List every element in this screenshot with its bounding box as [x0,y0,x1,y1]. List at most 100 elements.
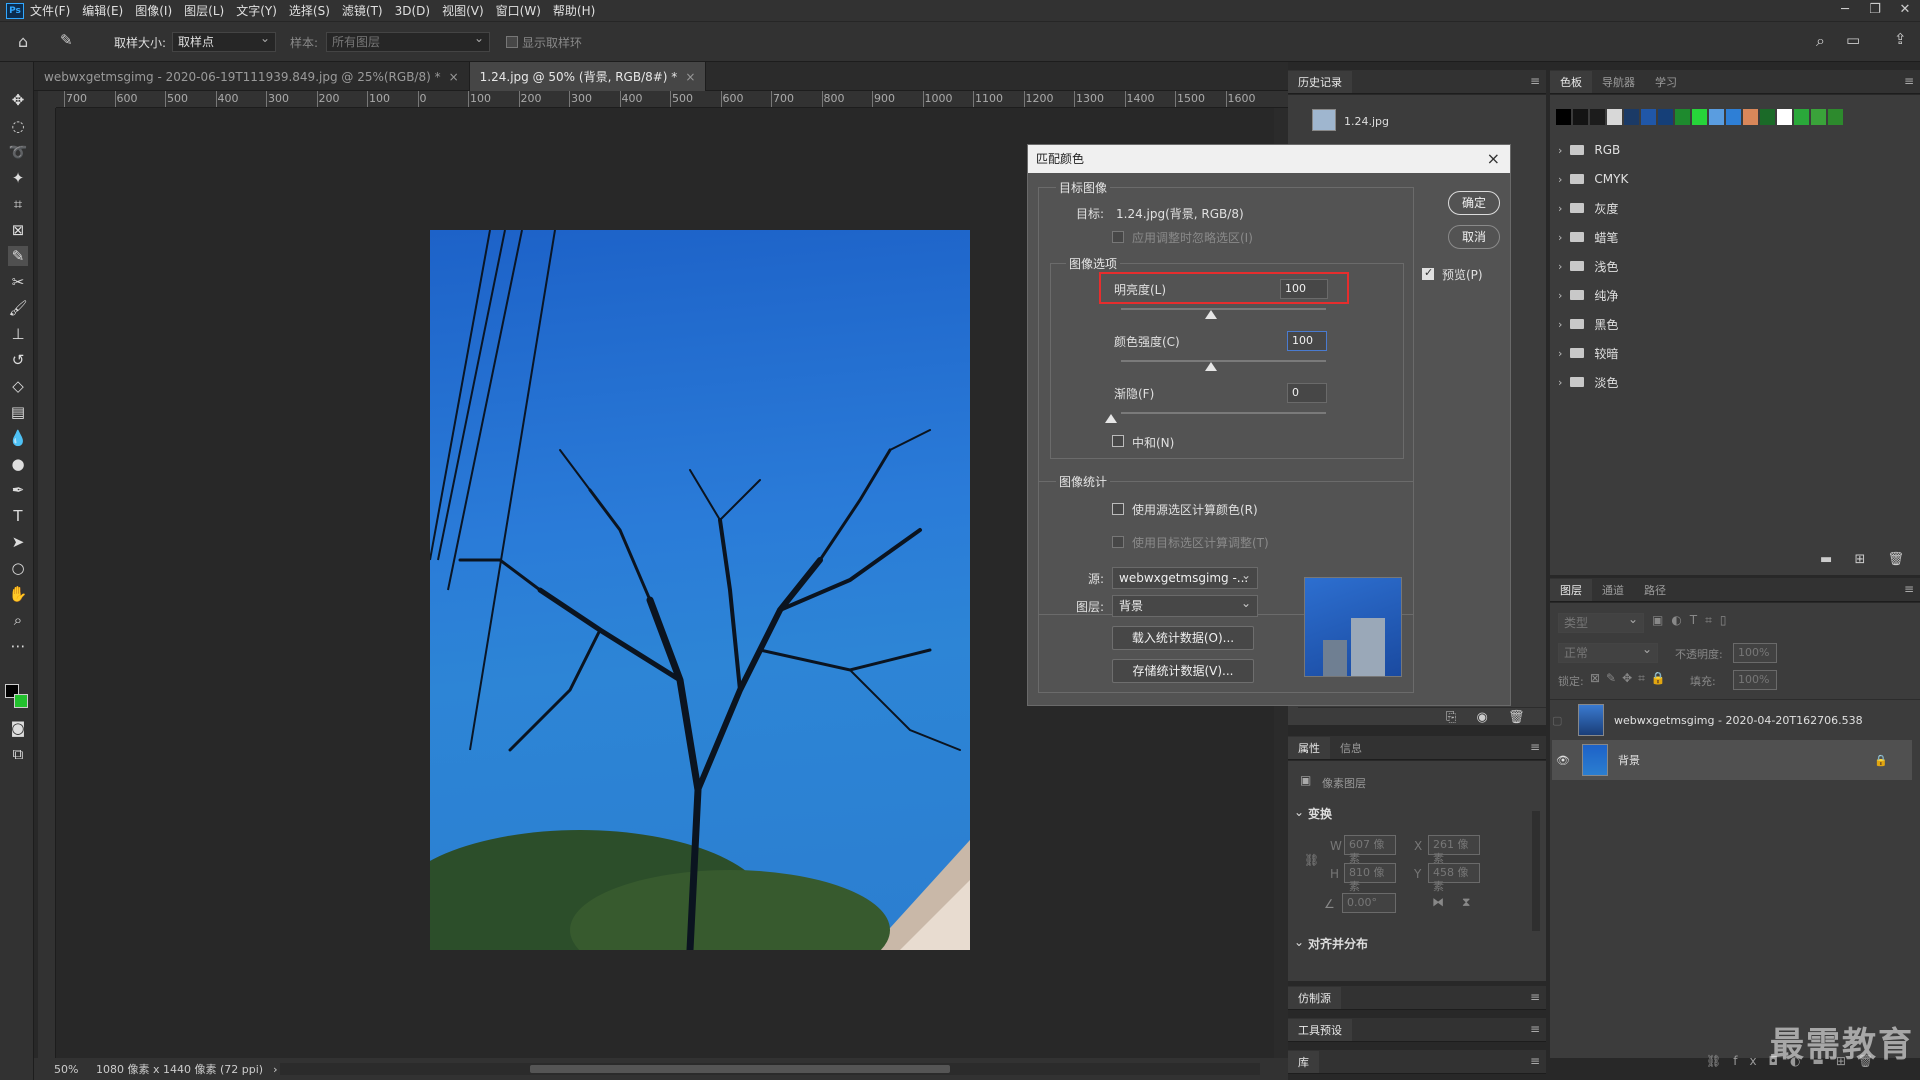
color-swatch[interactable] [1760,109,1775,125]
home-icon[interactable]: ⌂ [18,32,28,51]
panel-menu-icon[interactable]: ≡ [1530,74,1540,88]
menu-filter[interactable]: 滤镜(T) [342,2,383,19]
marquee-tool-icon[interactable]: ◌ [8,116,28,136]
healing-tool-icon[interactable]: ✂ [8,272,28,292]
color-swatch[interactable] [1692,109,1707,125]
panel-menu-icon[interactable]: ≡ [1904,582,1914,596]
history-brush-icon[interactable]: ↺ [8,350,28,370]
brush-tool-icon[interactable]: 🖌 [8,298,28,318]
path-select-icon[interactable]: ➤ [8,532,28,552]
tab-navigator[interactable]: 导航器 [1592,71,1645,93]
transform-section[interactable]: 变换 [1308,805,1332,822]
layer-filter-icons[interactable]: ▣◐T⌗▯ [1652,613,1735,628]
swatch-folder-darker[interactable]: › 较暗 [1558,341,1618,365]
hand-tool-icon[interactable]: ✋ [8,584,28,604]
show-ring-checkbox[interactable] [506,36,518,48]
close-window-icon[interactable]: ✕ [1890,0,1920,21]
minimize-icon[interactable]: ─ [1830,0,1860,21]
tab-info[interactable]: 信息 [1330,737,1372,759]
tab-channels[interactable]: 通道 [1592,579,1634,601]
stamp-tool-icon[interactable]: ⊥ [8,324,28,344]
preview-checkbox[interactable] [1422,266,1434,280]
gradient-tool-icon[interactable]: ▤ [8,402,28,422]
transform-chevron-icon[interactable]: ⌄ [1294,805,1304,819]
source-select[interactable]: webwxgetmsgimg -... [1112,567,1258,589]
share-icon[interactable]: ⇪ [1894,30,1907,48]
delete-icon[interactable]: 🗑 [1508,710,1525,725]
menu-edit[interactable]: 编辑(E) [82,2,123,19]
swatch-folder-pure[interactable]: › 纯净 [1558,283,1618,307]
swatch-folder-pale[interactable]: › 淡色 [1558,370,1618,394]
menu-select[interactable]: 选择(S) [289,2,330,19]
zoom-level[interactable]: 50% [54,1063,88,1076]
status-menu-arrow[interactable]: › [273,1063,277,1076]
more-tools-icon[interactable]: ⋯ [8,636,28,656]
width-field[interactable]: 607 像素 [1344,835,1396,865]
intensity-slider-track[interactable] [1121,360,1326,362]
pen-tool-icon[interactable]: ✒ [8,480,28,500]
x-field[interactable]: 261 像素 [1428,835,1480,865]
eye-icon[interactable]: 👁 [1556,754,1582,767]
color-swatch[interactable] [1607,109,1622,125]
y-field[interactable]: 458 像素 [1428,863,1480,893]
tab-paths[interactable]: 路径 [1634,579,1676,601]
color-swatch[interactable] [1709,109,1724,125]
tab-properties[interactable]: 属性 [1288,737,1330,759]
fade-field[interactable]: 0 [1287,383,1327,403]
color-swatch[interactable] [1726,109,1741,125]
ellipse-tool-icon[interactable]: ○ [8,558,28,578]
color-swatch[interactable] [1624,109,1639,125]
color-swatch[interactable] [1794,109,1809,125]
new-swatch-icon[interactable]: ⊞ [1854,552,1865,567]
ignore-selection-checkbox[interactable] [1112,231,1124,243]
swatch-folder-light[interactable]: › 浅色 [1558,254,1618,278]
menu-image[interactable]: 图像(I) [135,2,172,19]
zoom-tool-icon[interactable]: ⌕ [8,610,28,630]
color-swatch[interactable] [1675,109,1690,125]
panel-menu-icon[interactable]: ≡ [1530,1022,1540,1036]
color-swatch[interactable] [1828,109,1843,125]
sample-size-select[interactable]: 取样点 [172,31,276,52]
luminance-field[interactable]: 100 [1280,279,1328,299]
color-swatch[interactable] [1658,109,1673,125]
document-photo[interactable] [430,230,970,950]
restore-icon[interactable]: ❐ [1860,0,1890,21]
color-swatch[interactable] [1743,109,1758,125]
layer-row-webwxgetmsgimg[interactable]: ▢ webwxgetmsgimg - 2020-04-20T162706.538 [1552,700,1912,740]
luminance-slider-thumb[interactable] [1205,310,1217,319]
neutralize-checkbox[interactable] [1112,435,1124,447]
color-swatch[interactable] [1641,109,1656,125]
height-field[interactable]: 810 像素 [1344,863,1396,893]
scroll-thumb[interactable] [530,1065,950,1073]
move-tool-icon[interactable]: ✥ [8,90,28,110]
angle-field[interactable]: 0.00° [1342,893,1396,913]
eyedropper-preset-icon[interactable]: ✎ [60,31,73,49]
background-color-swatch[interactable] [14,694,28,708]
lasso-tool-icon[interactable]: ➰ [8,142,28,162]
dialog-close-icon[interactable]: × [1487,149,1500,168]
tab-layers[interactable]: 图层 [1550,579,1592,601]
panel-menu-icon[interactable]: ≡ [1904,74,1914,88]
properties-scrollbar[interactable] [1532,811,1540,931]
snapshot-camera-icon[interactable]: ◉ [1477,710,1488,725]
color-swatch[interactable] [1777,109,1792,125]
workspace-icon[interactable]: ▭ [1846,31,1860,49]
tab-clone-source[interactable]: 仿制源 [1288,987,1341,1009]
dodge-tool-icon[interactable]: ● [8,454,28,474]
fill-field[interactable]: 100% [1733,670,1777,690]
eraser-tool-icon[interactable]: ◇ [8,376,28,396]
swatch-folder-rgb[interactable]: › RGB [1558,138,1620,162]
swatch-folder-black[interactable]: › 黑色 [1558,312,1618,336]
new-group-folder-icon[interactable]: ▬ [1820,552,1832,567]
panel-menu-icon[interactable]: ≡ [1530,740,1540,754]
frame-tool-icon[interactable]: ⊠ [8,220,28,240]
history-snapshot-label[interactable]: 1.24.jpg [1344,115,1389,128]
visibility-off-icon[interactable]: ▢ [1552,714,1578,727]
tab-swatches[interactable]: 色板 [1550,71,1592,93]
magic-wand-icon[interactable]: ✦ [8,168,28,188]
tab-learn[interactable]: 学习 [1645,71,1687,93]
swatch-folder-cmyk[interactable]: › CMYK [1558,167,1628,191]
link-icon[interactable]: ⛓ [1304,853,1319,867]
menu-help[interactable]: 帮助(H) [553,2,595,19]
swatch-folder-pastel[interactable]: › 蜡笔 [1558,225,1618,249]
